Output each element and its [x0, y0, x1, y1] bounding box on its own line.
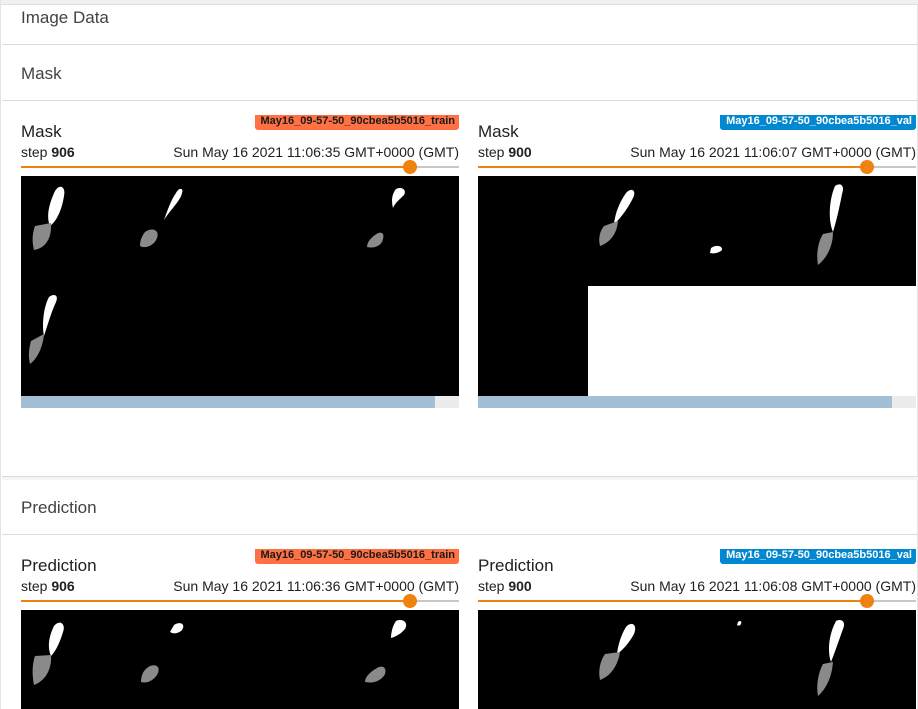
prediction-image [21, 610, 459, 709]
step-slider-rest[interactable] [417, 166, 459, 168]
section-header-mask[interactable]: Mask [2, 64, 918, 100]
horizontal-scrollbar[interactable] [478, 396, 916, 408]
card-title: Mask [478, 122, 519, 141]
step-slider-track[interactable] [21, 166, 459, 168]
panel-title: Image Data [21, 8, 109, 27]
step-slider-rest[interactable] [874, 600, 916, 602]
step-value: 900 [508, 144, 532, 160]
panel-header[interactable]: Image Data [2, 8, 918, 44]
wall-time: Sun May 16 2021 11:06:08 GMT+0000 (GMT) [630, 578, 916, 594]
scrollbar-thumb[interactable] [21, 396, 435, 408]
section-title-mask: Mask [21, 64, 62, 83]
top-shadow [1, 0, 918, 5]
section-title-prediction: Prediction [21, 498, 97, 517]
step-label: step 906 [21, 578, 75, 594]
step-slider-rest[interactable] [417, 600, 459, 602]
step-slider-track[interactable] [21, 600, 459, 602]
step-label: step 906 [21, 144, 75, 160]
wall-time: Sun May 16 2021 11:06:35 GMT+0000 (GMT) [173, 144, 459, 160]
section-header-prediction[interactable]: Prediction [2, 498, 918, 534]
wall-time: Sun May 16 2021 11:06:07 GMT+0000 (GMT) [630, 144, 916, 160]
run-tag-train: May16_09-57-50_90cbea5b5016_train [254, 115, 459, 130]
step-label: step 900 [478, 578, 532, 594]
card-title: Prediction [21, 556, 97, 575]
scrollbar-thumb[interactable] [478, 396, 892, 408]
step-slider-track[interactable] [478, 166, 916, 168]
mask-image [21, 176, 459, 396]
step-value: 906 [51, 578, 75, 594]
prediction-image-content [32, 619, 407, 685]
section-gap [2, 477, 918, 480]
divider [2, 534, 918, 535]
divider [2, 44, 918, 45]
image-data-panel: Image Data Mask Mask step 906 Sun May 16… [0, 0, 918, 709]
prediction-image [478, 610, 916, 709]
horizontal-scrollbar[interactable] [21, 396, 459, 408]
wall-time: Sun May 16 2021 11:06:36 GMT+0000 (GMT) [173, 578, 459, 594]
step-slider-thumb[interactable] [860, 160, 874, 174]
mask-image [478, 176, 916, 396]
card-title: Mask [21, 122, 62, 141]
prediction-image-content [599, 619, 845, 696]
divider [2, 100, 918, 101]
step-slider-thumb[interactable] [860, 594, 874, 608]
step-value: 900 [508, 578, 532, 594]
step-slider-thumb[interactable] [403, 594, 417, 608]
step-slider-track[interactable] [478, 600, 916, 602]
run-tag-train: May16_09-57-50_90cbea5b5016_train [254, 549, 459, 564]
step-value: 906 [51, 144, 75, 160]
step-label: step 900 [478, 144, 532, 160]
card-title: Prediction [478, 556, 554, 575]
step-slider-rest[interactable] [874, 166, 916, 168]
run-tag-val: May16_09-57-50_90cbea5b5016_val [720, 115, 916, 130]
step-slider-thumb[interactable] [403, 160, 417, 174]
mask-image-content [28, 186, 405, 364]
mask-image-content [588, 184, 916, 396]
run-tag-val: May16_09-57-50_90cbea5b5016_val [720, 549, 916, 564]
